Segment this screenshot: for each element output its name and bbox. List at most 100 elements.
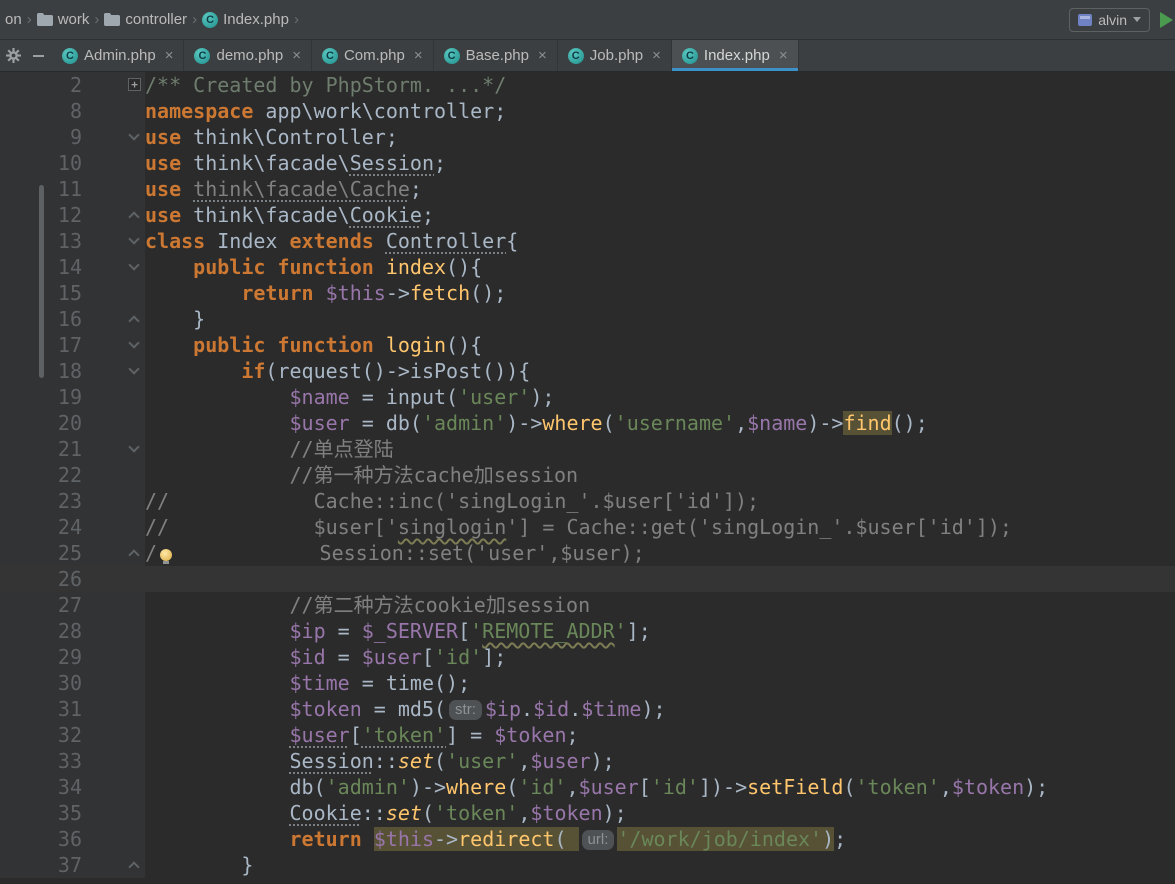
- close-icon[interactable]: ×: [165, 48, 174, 63]
- fold-down-icon[interactable]: [128, 337, 140, 349]
- code-token: =: [325, 619, 362, 643]
- code-text[interactable]: use think\Controller;: [145, 124, 1175, 150]
- code-text[interactable]: }: [145, 852, 1175, 878]
- code-token: =: [325, 645, 362, 669]
- code-text[interactable]: /** Created by PhpStorm. ...*/: [145, 72, 1175, 98]
- gutter: 8: [0, 98, 145, 124]
- code-token: app\work\controller;: [265, 99, 507, 123]
- code-text[interactable]: // Cache::inc('singLogin_'.$user['id']);: [145, 488, 1175, 514]
- scrollbar-thumb[interactable]: [39, 185, 44, 378]
- line-number: 19: [57, 385, 82, 409]
- code-text[interactable]: class Index extends Controller{: [145, 228, 1175, 254]
- code-token: [: [638, 775, 651, 799]
- code-text[interactable]: // $user['singlogin'] = Cache::get('sing…: [145, 514, 1175, 540]
- fold-up-icon[interactable]: [128, 861, 140, 873]
- code-token: ,: [735, 411, 748, 435]
- folder-icon: [104, 13, 121, 26]
- code-token: return: [289, 827, 374, 851]
- code-token: [: [458, 619, 471, 643]
- code-token: $ip: [289, 619, 326, 643]
- intention-bulb-icon[interactable]: [160, 549, 173, 564]
- fold-area: [82, 280, 145, 306]
- fold-up-icon[interactable]: [128, 549, 140, 561]
- tab-index-php[interactable]: C Index.php ×: [671, 40, 799, 71]
- code-text[interactable]: / Session::set('user',$user);: [145, 540, 1175, 566]
- code-text[interactable]: //单点登陆: [145, 436, 1175, 462]
- gear-icon[interactable]: [6, 48, 21, 63]
- fold-area: [82, 592, 145, 618]
- breadcrumb-item-on[interactable]: on: [2, 9, 25, 30]
- code-text[interactable]: //第二种方法cookie加session: [145, 592, 1175, 618]
- code-line-21: 21 //单点登陆: [0, 436, 1175, 462]
- fold-area: [82, 514, 145, 540]
- code-token: Cookie: [349, 203, 422, 227]
- code-token: = md5(: [361, 697, 447, 721]
- code-token: ,: [518, 801, 531, 825]
- tab-admin-php[interactable]: C Admin.php ×: [52, 40, 185, 71]
- parameter-hint: str:: [449, 700, 482, 720]
- close-icon[interactable]: ×: [538, 48, 547, 63]
- code-token: (: [434, 749, 447, 773]
- code-text[interactable]: db('admin')->where('id',$user['id'])->se…: [145, 774, 1175, 800]
- line-number: 8: [69, 99, 82, 123]
- run-config-name: alvin: [1098, 11, 1127, 28]
- code-line-30: 30 $time = time();: [0, 670, 1175, 696]
- code-text[interactable]: $user['token'] = $token;: [145, 722, 1175, 748]
- code-text[interactable]: return $this->redirect( url: '/work/job/i…: [145, 826, 1175, 852]
- fold-area: [82, 202, 145, 228]
- code-text[interactable]: Session::set('user',$user);: [145, 748, 1175, 774]
- code-text[interactable]: $ip = $_SERVER['REMOTE_ADDR'];: [145, 618, 1175, 644]
- code-line-10: 10 use think\facade\Session;: [0, 150, 1175, 176]
- code-token: ,: [939, 775, 952, 799]
- code-text[interactable]: }: [145, 306, 1175, 332]
- code-text[interactable]: namespace app\work\controller;: [145, 98, 1175, 124]
- code-text[interactable]: public function login(){: [145, 332, 1175, 358]
- code-text[interactable]: $name = input('user');: [145, 384, 1175, 410]
- close-icon[interactable]: ×: [292, 48, 301, 63]
- breadcrumb-item-index-php[interactable]: C Index.php: [199, 9, 292, 30]
- fold-up-icon[interactable]: [128, 315, 140, 327]
- code-text[interactable]: //第一种方法cache加session: [145, 462, 1175, 488]
- close-icon[interactable]: ×: [779, 48, 788, 63]
- code-token: (: [506, 775, 519, 799]
- fold-down-icon[interactable]: [128, 363, 140, 375]
- code-text[interactable]: use think\facade\Cookie;: [145, 202, 1175, 228]
- code-text[interactable]: if(request()->isPost()){: [145, 358, 1175, 384]
- code-text[interactable]: use think\facade\Cache;: [145, 176, 1175, 202]
- tab-com-php[interactable]: C Com.php ×: [311, 40, 434, 71]
- tab-demo-php[interactable]: Cdemo.php ×: [184, 40, 312, 71]
- code-token: $user: [361, 645, 422, 669]
- code-text[interactable]: [145, 566, 1175, 592]
- code-token: $name: [747, 411, 808, 435]
- code-text[interactable]: public function index(){: [145, 254, 1175, 280]
- close-icon[interactable]: ×: [652, 48, 661, 63]
- code-text[interactable]: $user = db('admin')->where('username',$n…: [145, 410, 1175, 436]
- fold-expand-icon[interactable]: +: [128, 78, 141, 91]
- code-text[interactable]: $id = $user['id'];: [145, 644, 1175, 670]
- hide-panel-icon[interactable]: [33, 54, 44, 57]
- tab-base-php[interactable]: C Base.php ×: [433, 40, 558, 71]
- code-token: where: [542, 411, 603, 435]
- code-token: // Cache::inc('singLogin_'.$user['id']);: [145, 489, 760, 513]
- code-token: ->: [385, 281, 410, 305]
- code-text[interactable]: return $this->fetch();: [145, 280, 1175, 306]
- code-editor[interactable]: 2 +/** Created by PhpStorm. ...*/8 namespa…: [0, 72, 1175, 884]
- tab-job-php[interactable]: C Job.php ×: [557, 40, 672, 71]
- fold-down-icon[interactable]: [128, 441, 140, 453]
- code-text[interactable]: Cookie::set('token',$token);: [145, 800, 1175, 826]
- breadcrumb-item-controller[interactable]: controller: [101, 9, 190, 30]
- fold-down-icon[interactable]: [128, 129, 140, 141]
- gutter: 24: [0, 514, 145, 540]
- fold-down-icon[interactable]: [128, 259, 140, 271]
- run-button[interactable]: [1160, 11, 1173, 28]
- run-configuration-selector[interactable]: alvin: [1069, 7, 1150, 32]
- code-text[interactable]: $time = time();: [145, 670, 1175, 696]
- code-text[interactable]: use think\facade\Session;: [145, 150, 1175, 176]
- close-icon[interactable]: ×: [414, 48, 423, 63]
- fold-up-icon[interactable]: [128, 211, 140, 223]
- breadcrumb-item-work[interactable]: work: [34, 9, 93, 30]
- code-token: use: [145, 125, 194, 149]
- code-text[interactable]: $token = md5(str: $ip.$id.$time);: [145, 696, 1175, 722]
- fold-down-icon[interactable]: [128, 233, 140, 245]
